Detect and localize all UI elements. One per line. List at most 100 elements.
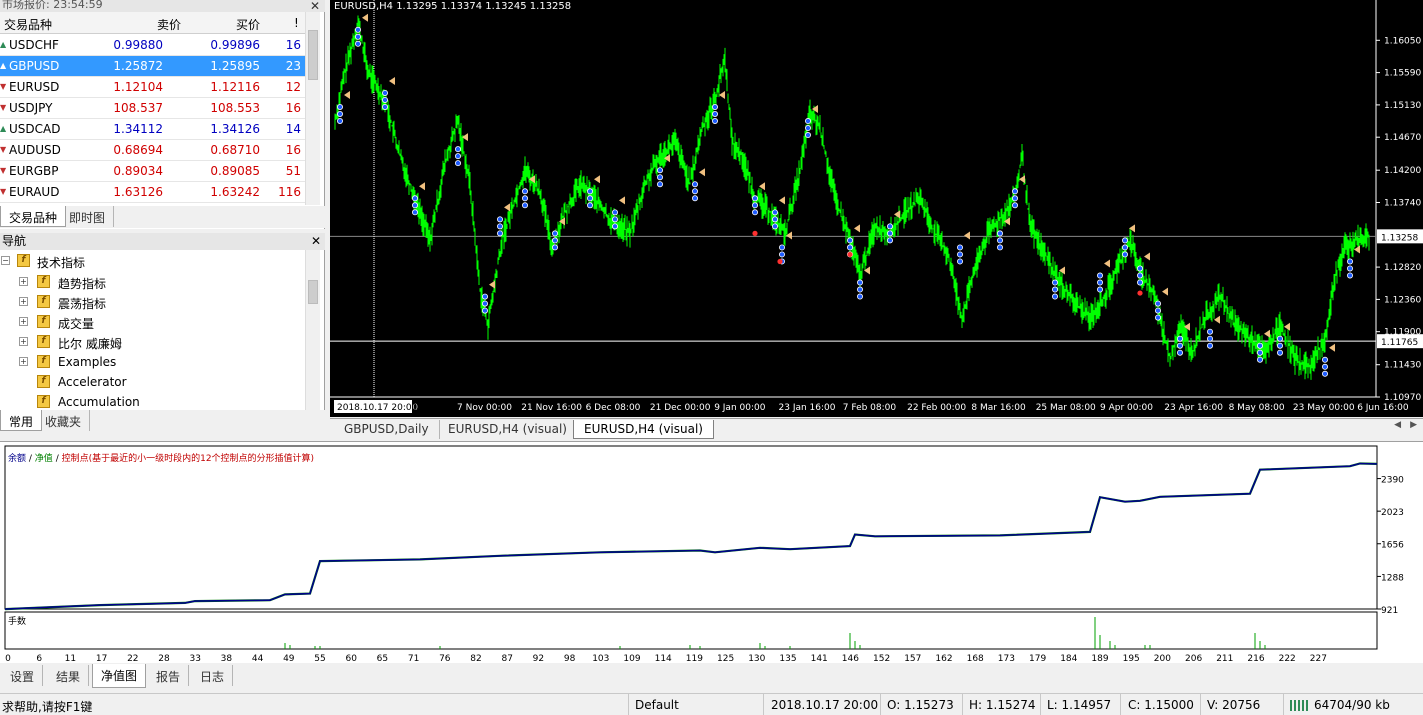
- scrollbar-thumb[interactable]: [308, 280, 318, 304]
- tab-eurusd-h4-visual[interactable]: EURUSD,H4 (visual): [438, 420, 578, 439]
- trade-arrow: [779, 196, 785, 205]
- equity-x-label: 33: [189, 654, 200, 664]
- trade-marker: [656, 181, 663, 188]
- navigator-title-label: 导航: [2, 234, 27, 248]
- trade-marker: [1257, 342, 1264, 349]
- trade-marker: [1137, 265, 1144, 272]
- trade-marker: [1207, 335, 1214, 342]
- tab-favorites[interactable]: 收藏夹: [37, 410, 91, 431]
- ask-cell: 0.99896: [210, 38, 260, 52]
- trade-marker: [1097, 286, 1104, 293]
- trade-marker: [887, 237, 894, 244]
- ask-cell: 1.63242: [210, 185, 260, 199]
- trade-marker: [847, 244, 854, 251]
- equity-x-label: 28: [158, 654, 170, 664]
- tab-common[interactable]: 常用: [0, 410, 43, 431]
- status-traffic: 64704/90 kb: [1314, 698, 1390, 712]
- equity-x-label: 189: [1091, 654, 1108, 664]
- trade-marker: [412, 202, 419, 209]
- trade-marker: [481, 293, 488, 300]
- navigator-tree: − f 技术指标 + f 趋势指标 + f 震荡指标 + f 成交量 + f 比尔 威廉姆 + f Exam…: [0, 250, 325, 410]
- price-chart-canvas[interactable]: 1.16050 1.15590 1.15130 1.14670 1.14200 1.137…: [330, 0, 1423, 417]
- symbol-cell: EURUSD: [9, 80, 60, 94]
- equity-graph-canvas[interactable]: 2390 2023 1656 1288 921 0 6 11 17 22 28 33 38 44 49 55 6…: [0, 442, 1423, 664]
- column-ask[interactable]: 买价: [236, 16, 260, 33]
- trade-marker: [551, 237, 558, 244]
- table-row[interactable]: ▲ USDCAD 1.34112 1.34126 14: [0, 119, 305, 140]
- tab-equity-graph[interactable]: 净值图: [92, 664, 147, 688]
- tab-tick-chart[interactable]: 即时图: [61, 206, 115, 227]
- trade-marker: [804, 118, 811, 125]
- time-label: 22 Feb 00:00: [907, 403, 966, 413]
- trade-marker: [1177, 349, 1184, 356]
- tab-journal[interactable]: 日志: [192, 665, 234, 686]
- tree-item[interactable]: 比尔 威廉姆: [58, 335, 122, 355]
- close-marker: [752, 230, 758, 236]
- table-row[interactable]: ▼ EURAUD 1.63126 1.63242 116: [0, 182, 305, 203]
- status-low: L: 1.14957: [1047, 698, 1112, 712]
- expand-icon[interactable]: +: [19, 277, 28, 286]
- tree-item[interactable]: Accelerator: [58, 375, 127, 395]
- column-bid[interactable]: 卖价: [157, 16, 181, 33]
- price-label: 1.13740: [1384, 199, 1421, 209]
- close-icon[interactable]: ✕: [311, 233, 321, 250]
- tab-eurusd-h4-visual-active[interactable]: EURUSD,H4 (visual): [573, 420, 714, 439]
- trade-marker: [957, 258, 964, 265]
- equity-x-label: 17: [96, 654, 107, 664]
- equity-x-label: 157: [904, 654, 921, 664]
- spread-cell: 16: [285, 101, 301, 115]
- column-symbol[interactable]: 交易品种: [4, 16, 52, 33]
- equity-x-label: 200: [1154, 654, 1171, 664]
- table-row[interactable]: ▼ EURGBP 0.89034 0.89085 51: [0, 161, 305, 182]
- tree-item[interactable]: 震荡指标: [58, 295, 106, 315]
- tab-results[interactable]: 结果: [48, 665, 90, 686]
- trade-arrow: [719, 91, 725, 100]
- tab-settings[interactable]: 设置: [2, 665, 44, 686]
- trade-arrow: [389, 76, 395, 85]
- navigator-scrollbar[interactable]: [305, 250, 320, 410]
- status-datetime: 2018.10.17 20:00: [771, 698, 879, 712]
- expand-icon[interactable]: +: [19, 337, 28, 346]
- tab-report[interactable]: 报告: [148, 665, 190, 686]
- trade-marker: [521, 202, 528, 209]
- trade-marker: [691, 181, 698, 188]
- table-row[interactable]: ▼ EURUSD 1.12104 1.12116 12: [0, 77, 305, 98]
- market-watch-scrollbar[interactable]: [305, 12, 320, 205]
- expand-icon[interactable]: +: [19, 317, 28, 326]
- symbol-cell: EURAUD: [9, 185, 60, 199]
- arrow-down-icon: ▼: [0, 166, 7, 175]
- price-label: 1.14200: [1384, 166, 1421, 176]
- ask-cell: 1.34126: [210, 122, 260, 136]
- legend-equity: 净值: [34, 454, 53, 464]
- scroll-left-icon[interactable]: ◀: [1394, 420, 1401, 430]
- tree-item-indicators[interactable]: 技术指标: [37, 254, 85, 274]
- collapse-icon[interactable]: −: [1, 256, 10, 265]
- tab-symbols[interactable]: 交易品种: [0, 206, 67, 227]
- tab-gbpusd-daily[interactable]: GBPUSD,Daily: [334, 420, 440, 439]
- tree-item[interactable]: 成交量: [58, 315, 94, 335]
- spread-cell: 16: [285, 38, 301, 52]
- trade-marker: [997, 230, 1004, 237]
- scroll-right-icon[interactable]: ▶: [1410, 420, 1417, 430]
- table-row[interactable]: ▼ AUDUSD 0.68694 0.68710 16: [0, 140, 305, 161]
- spread-cell: 16: [285, 143, 301, 157]
- trade-marker: [887, 230, 894, 237]
- column-spread[interactable]: !: [294, 16, 299, 30]
- trade-marker: [1155, 307, 1162, 314]
- equity-x-label: 103: [592, 654, 609, 664]
- trade-marker: [656, 174, 663, 181]
- expand-icon[interactable]: +: [19, 357, 28, 366]
- trade-marker: [354, 33, 361, 40]
- expand-icon[interactable]: +: [19, 297, 28, 306]
- price-chart[interactable]: 1.16050 1.15590 1.15130 1.14670 1.14200 1.137…: [330, 0, 1423, 417]
- scrollbar-thumb[interactable]: [308, 30, 318, 80]
- table-row[interactable]: ▼ USDJPY 108.537 108.553 16: [0, 98, 305, 119]
- trade-marker: [586, 188, 593, 195]
- tree-item[interactable]: Examples: [58, 355, 116, 375]
- table-row[interactable]: ▲ USDCHF 0.99880 0.99896 16: [0, 35, 305, 56]
- equity-graph[interactable]: 2390 2023 1656 1288 921 0 6 11 17 22 28 33 38 44 49 55 6…: [0, 441, 1423, 664]
- table-row[interactable]: ▲ GBPUSD 1.25872 1.25895 23: [0, 56, 305, 77]
- ask-cell: 1.25895: [210, 59, 260, 73]
- tree-item[interactable]: 趋势指标: [58, 275, 106, 295]
- ask-cell: 0.89085: [210, 164, 260, 178]
